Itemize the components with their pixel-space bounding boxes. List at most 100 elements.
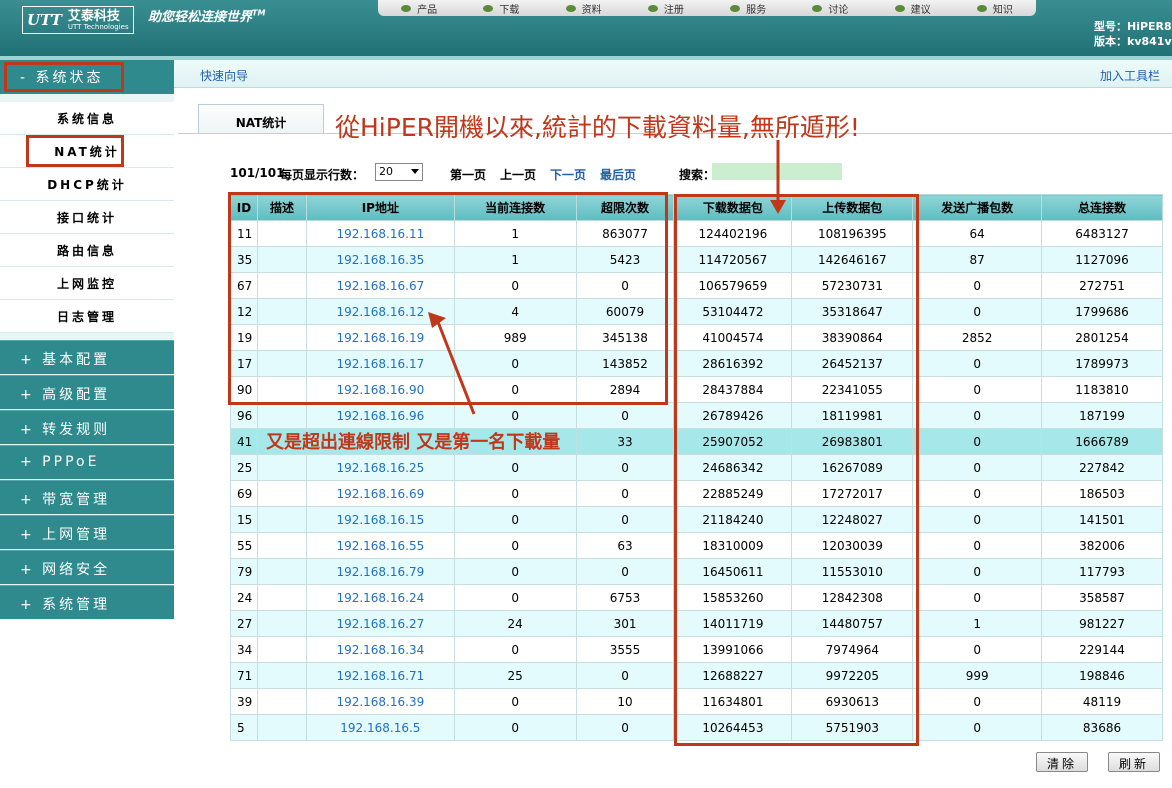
cell-ip[interactable]: 192.168.16.69 (305, 480, 455, 507)
top-nav-item[interactable]: 服务 (707, 0, 789, 16)
cell-ip[interactable]: 192.168.16.25 (305, 454, 455, 481)
col-header-desc[interactable]: 描述 (256, 194, 307, 221)
table-row[interactable]: 67 192.168.16.67 0 0 106579659 57230731 0 27275… (230, 272, 1163, 299)
sidebar-item-system-manage[interactable]: + 系统管理 (0, 585, 174, 619)
cell-total-conn: 227842 (1041, 454, 1163, 481)
cell-ip[interactable]: 192.168.16.17 (305, 350, 455, 377)
cell-download: 28616392 (673, 350, 793, 377)
col-header-upload[interactable]: 上传数据包 (791, 194, 914, 221)
col-header-current-conn[interactable]: 当前连接数 (453, 194, 577, 221)
next-page-link[interactable]: 下一页 (550, 166, 586, 183)
first-page-button[interactable]: 第一页 (450, 166, 486, 183)
cell-ip[interactable]: 192.168.16.24 (305, 584, 455, 611)
sidebar-item-log-manage[interactable]: 日志管理 (0, 300, 174, 333)
table-row[interactable]: 5 192.168.16.5 0 0 10264453 5751903 0 83686 (230, 714, 1163, 741)
sidebar-item-nat-stats[interactable]: NAT统计 (0, 135, 174, 168)
table-row[interactable]: 96 192.168.16.96 0 0 26789426 18119981 0 187199 (230, 402, 1163, 429)
cell-desc (256, 558, 307, 585)
cell-ip[interactable]: 192.168.16.34 (305, 636, 455, 663)
refresh-button[interactable]: 刷新 (1108, 752, 1161, 772)
quick-wizard-link[interactable]: 快速向导 (200, 67, 248, 84)
sidebar-system-status[interactable]: - 系统状态 (0, 60, 174, 94)
col-header-over-limit[interactable]: 超限次数 (575, 194, 675, 221)
cell-total-conn: 117793 (1041, 558, 1163, 585)
cell-ip[interactable]: 192.168.16.96 (305, 402, 455, 429)
cell-over-limit: 0 (575, 480, 675, 507)
table-row[interactable]: 71 192.168.16.71 25 0 12688227 9972205 999 1988… (230, 662, 1163, 689)
col-header-broadcast[interactable]: 发送广播包数 (912, 194, 1043, 221)
search-input[interactable] (712, 163, 842, 180)
cell-ip[interactable]: 192.168.16.5 (305, 714, 455, 741)
table-row[interactable]: 35 192.168.16.35 1 5423 114720567 142646167 87… (230, 246, 1163, 273)
cell-total-conn: 187199 (1041, 402, 1163, 429)
col-header-id[interactable]: ID (230, 194, 258, 221)
table-row[interactable]: 15 192.168.16.15 0 0 21184240 12248027 0 141501 (230, 506, 1163, 533)
cell-download: 18310009 (673, 532, 793, 559)
cell-ip[interactable]: 192.168.16.19 (305, 324, 455, 351)
table-row[interactable]: 17 192.168.16.17 0 143852 28616392 26452137 0 1… (230, 350, 1163, 377)
cell-ip[interactable]: 192.168.16.79 (305, 558, 455, 585)
sidebar-item-route-info[interactable]: 路由信息 (0, 234, 174, 267)
sidebar-item-interface-stats[interactable]: 接口统计 (0, 201, 174, 234)
table-row[interactable]: 34 192.168.16.34 0 3555 13991066 7974964 0 2291… (230, 636, 1163, 663)
sidebar-item-dhcp-stats[interactable]: DHCP统计 (0, 168, 174, 201)
table-row[interactable]: 79 192.168.16.79 0 0 16450611 11553010 0 117793 (230, 558, 1163, 585)
top-nav-item[interactable]: 讨论 (789, 0, 871, 16)
clear-button[interactable]: 清除 (1036, 752, 1089, 772)
cell-current-conn: 0 (453, 402, 577, 429)
table-row[interactable]: 55 192.168.16.55 0 63 18310009 12030039 0 38200… (230, 532, 1163, 559)
table-row[interactable]: 25 192.168.16.25 0 0 24686342 16267089 0 227842 (230, 454, 1163, 481)
col-header-ip[interactable]: IP地址 (305, 194, 455, 221)
sidebar-item-pppoe[interactable]: + PPPoE (0, 445, 174, 479)
last-page-link[interactable]: 最后页 (600, 166, 636, 183)
sidebar-item-advanced-config[interactable]: + 高级配置 (0, 375, 174, 409)
top-nav-item[interactable]: 产品 (378, 0, 460, 16)
tab-nat-stats[interactable]: NAT统计 (198, 104, 324, 134)
table-row[interactable]: 90 192.168.16.90 0 2894 28437884 22341055 0 118… (230, 376, 1163, 403)
cell-desc (256, 506, 307, 533)
rows-per-page-select[interactable]: 20 (375, 163, 423, 181)
cell-upload: 22341055 (791, 376, 914, 403)
sidebar-item-network-security[interactable]: + 网络安全 (0, 550, 174, 584)
cell-download: 124402196 (673, 220, 793, 247)
sidebar-item-system-info[interactable]: 系统信息 (0, 102, 174, 135)
cell-broadcast: 0 (912, 714, 1043, 741)
table-row[interactable]: 11 192.168.16.11 1 863077 124402196 108196395… (230, 220, 1163, 247)
cell-ip[interactable]: 192.168.16.71 (305, 662, 455, 689)
table-row[interactable]: 12 192.168.16.12 4 60079 53104472 35318647 0 17… (230, 298, 1163, 325)
cell-ip[interactable]: 192.168.16.27 (305, 610, 455, 637)
cell-desc (256, 324, 307, 351)
top-nav-item[interactable]: 资料 (543, 0, 625, 16)
cell-ip[interactable]: 192.168.16.11 (305, 220, 455, 247)
sidebar-item-basic-config[interactable]: + 基本配置 (0, 340, 174, 374)
version-label: 版本：kv841v (1094, 35, 1172, 48)
cell-ip[interactable]: 192.168.16.12 (305, 298, 455, 325)
cell-desc (256, 454, 307, 481)
sidebar-item-internet-monitor[interactable]: 上网监控 (0, 267, 174, 300)
cell-desc (256, 246, 307, 273)
cell-ip[interactable]: 192.168.16.90 (305, 376, 455, 403)
table-row[interactable]: 39 192.168.16.39 0 10 11634801 6930613 0 48119 (230, 688, 1163, 715)
page-root: UTT 艾泰科技 UTT Technologies 助您轻松连接世界TM 产品 … (0, 0, 1172, 788)
utt-logo[interactable]: UTT 艾泰科技 UTT Technologies (22, 6, 134, 34)
sidebar-item-bandwidth[interactable]: + 带宽管理 (0, 480, 174, 514)
table-row[interactable]: 19 192.168.16.19 989 345138 41004574 38390864… (230, 324, 1163, 351)
table-row[interactable]: 27 192.168.16.27 24 301 14011719 14480757 1 981… (230, 610, 1163, 637)
cell-ip[interactable]: 192.168.16.67 (305, 272, 455, 299)
prev-page-button[interactable]: 上一页 (500, 166, 536, 183)
col-header-download[interactable]: 下载数据包 (673, 194, 793, 221)
top-nav-item[interactable]: 下载 (460, 0, 542, 16)
top-nav-item[interactable]: 注册 (625, 0, 707, 16)
top-nav-item[interactable]: 知识 (954, 0, 1036, 16)
cell-ip[interactable]: 192.168.16.35 (305, 246, 455, 273)
add-toolbar-link[interactable]: 加入工具栏 (1100, 67, 1160, 84)
sidebar-item-internet-manage[interactable]: + 上网管理 (0, 515, 174, 549)
col-header-total-conn[interactable]: 总连接数 (1041, 194, 1163, 221)
cell-ip[interactable]: 192.168.16.39 (305, 688, 455, 715)
cell-ip[interactable]: 192.168.16.15 (305, 506, 455, 533)
top-nav-item[interactable]: 建议 (872, 0, 954, 16)
table-row[interactable]: 24 192.168.16.24 0 6753 15853260 12842308 0 358… (230, 584, 1163, 611)
cell-ip[interactable]: 192.168.16.55 (305, 532, 455, 559)
table-row[interactable]: 69 192.168.16.69 0 0 22885249 17272017 0 186503 (230, 480, 1163, 507)
sidebar-item-forward-rules[interactable]: + 转发规则 (0, 410, 174, 444)
